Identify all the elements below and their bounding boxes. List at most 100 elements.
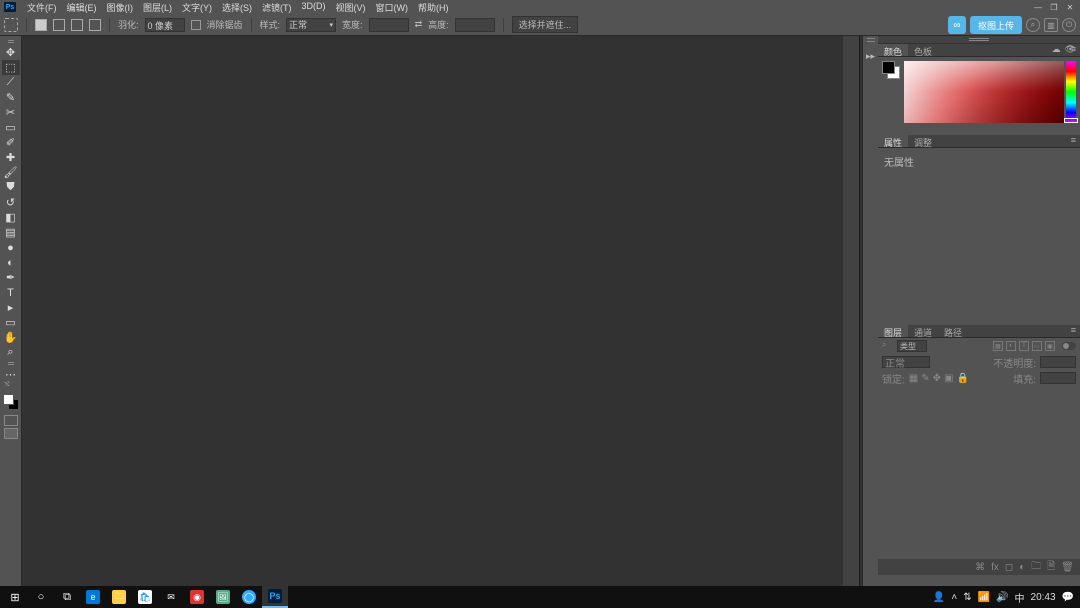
color-panel-swatch[interactable] <box>882 61 900 79</box>
dodge-tool[interactable]: ◐ <box>2 255 20 270</box>
menu-edit[interactable]: 编辑(E) <box>62 0 102 15</box>
shape-tool[interactable]: ▭ <box>2 315 20 330</box>
gradient-tool[interactable]: ▤ <box>2 225 20 240</box>
swap-wh-icon[interactable]: ⇄ <box>415 19 423 30</box>
menu-help[interactable]: 帮助(H) <box>413 0 454 15</box>
lock-transparency-icon[interactable]: ▦ <box>909 373 918 384</box>
blend-mode-dropdown[interactable]: 正常 <box>882 356 930 368</box>
canvas-area[interactable] <box>22 36 860 586</box>
properties-panel-menu-icon[interactable]: ≡ <box>1067 135 1080 147</box>
marquee-tool[interactable]: ⬚ <box>2 60 20 75</box>
lasso-tool[interactable]: ⟋ <box>2 75 20 90</box>
tray-volume-icon[interactable]: 🔊 <box>996 592 1008 603</box>
history-brush-tool[interactable]: ↺ <box>2 195 20 210</box>
stamp-tool[interactable]: ⛊ <box>2 180 20 195</box>
filter-type-icon[interactable]: T <box>1019 341 1029 351</box>
window-minimize[interactable]: — <box>1032 2 1044 12</box>
opacity-input[interactable] <box>1040 356 1076 368</box>
selection-add-icon[interactable] <box>53 19 65 31</box>
quick-select-tool[interactable]: ✎ <box>2 90 20 105</box>
workspace-icon[interactable]: ▥ <box>1044 18 1058 32</box>
cc-libraries-icon[interactable]: ☁ <box>1052 44 1061 56</box>
tab-paths[interactable]: 路径 <box>938 325 968 337</box>
screen-mode-icon[interactable] <box>4 428 18 439</box>
tab-color[interactable]: 颜色 <box>878 44 908 56</box>
window-close[interactable]: ✕ <box>1064 2 1076 12</box>
tray-network-icon[interactable]: ⇅ <box>963 592 971 603</box>
start-button[interactable]: ⊞ <box>2 586 28 608</box>
foreground-background-colors[interactable] <box>3 394 19 410</box>
taskbar-store[interactable]: 🛍 <box>132 586 158 608</box>
link-layers-icon[interactable]: ⌘ <box>975 562 985 573</box>
path-select-tool[interactable]: ▸ <box>2 300 20 315</box>
brush-tool[interactable]: 🖌 <box>2 165 20 180</box>
frame-tool[interactable]: ▭ <box>2 120 20 135</box>
filter-shape-icon[interactable]: ▭ <box>1032 341 1042 351</box>
layer-style-icon[interactable]: fx <box>991 562 999 573</box>
width-input[interactable] <box>369 18 409 32</box>
search-icon[interactable]: ⌕ <box>1026 18 1040 32</box>
layers-panel-menu-icon[interactable]: ≡ <box>1067 325 1080 337</box>
task-view-icon[interactable]: ⧉ <box>54 586 80 608</box>
menu-view[interactable]: 视图(V) <box>331 0 371 15</box>
lock-artboard-icon[interactable]: ▣ <box>944 373 953 384</box>
type-tool[interactable]: T <box>2 285 20 300</box>
taskbar-photoshop[interactable]: Ps <box>262 586 288 608</box>
filter-smart-icon[interactable]: ▣ <box>1045 341 1055 351</box>
tray-ime[interactable]: 中 <box>1015 590 1025 605</box>
layer-mask-icon[interactable]: ◻ <box>1005 562 1013 573</box>
style-dropdown[interactable]: 正常 <box>286 18 336 32</box>
heal-tool[interactable]: ✚ <box>2 150 20 165</box>
eyedropper-tool[interactable]: ✐ <box>2 135 20 150</box>
color-field[interactable] <box>904 61 1064 123</box>
pen-tool[interactable]: ✒ <box>2 270 20 285</box>
selection-subtract-icon[interactable] <box>71 19 83 31</box>
adjustment-layer-icon[interactable]: ◐ <box>1019 562 1025 573</box>
delete-layer-icon[interactable]: 🗑 <box>1061 562 1074 573</box>
vertical-scrollbar[interactable] <box>843 36 859 586</box>
power-icon[interactable]: ⏻ <box>1062 18 1076 32</box>
menu-3d[interactable]: 3D(D) <box>297 0 331 15</box>
lock-all-icon[interactable]: 🔒 <box>956 373 968 384</box>
crop-tool[interactable]: ✂ <box>2 105 20 120</box>
antialias-checkbox[interactable] <box>191 20 201 30</box>
taskbar-app-red[interactable]: ◉ <box>184 586 210 608</box>
tray-overflow-icon[interactable]: ˄ <box>951 592 957 603</box>
swap-colors-icon[interactable]: ⤭ <box>5 382 17 390</box>
cloud-icon[interactable]: ∞ <box>948 16 966 34</box>
taskbar-app-browser[interactable]: ◯ <box>236 586 262 608</box>
tab-properties[interactable]: 属性 <box>878 135 908 147</box>
lock-pixels-icon[interactable]: ✎ <box>921 373 929 384</box>
menu-file[interactable]: 文件(F) <box>22 0 62 15</box>
move-tool[interactable]: ✥ <box>2 45 20 60</box>
taskbar-app-pic[interactable]: 🖼 <box>210 586 236 608</box>
menu-type[interactable]: 文字(Y) <box>177 0 217 15</box>
panel-dock-header[interactable] <box>878 36 1080 44</box>
tab-adjustments[interactable]: 调整 <box>908 135 938 147</box>
hue-slider[interactable] <box>1066 61 1076 123</box>
eraser-tool[interactable]: ◧ <box>2 210 20 225</box>
filter-pixel-icon[interactable]: ▦ <box>993 341 1003 351</box>
color-panel-fg[interactable] <box>882 61 895 74</box>
tray-wifi-icon[interactable]: 📶 <box>978 592 990 603</box>
edit-toolbar-icon[interactable]: ⋯ <box>2 367 20 382</box>
tab-swatches[interactable]: 色板 <box>908 44 938 56</box>
tray-notifications-icon[interactable]: 💬 <box>1062 592 1074 603</box>
select-and-mask-button[interactable]: 选择并遮住... <box>512 16 579 33</box>
taskbar-mail[interactable]: ✉ <box>158 586 184 608</box>
lock-position-icon[interactable]: ✥ <box>933 373 941 384</box>
group-icon[interactable]: 🗀 <box>1031 559 1041 576</box>
taskbar-explorer[interactable]: 🗀 <box>106 586 132 608</box>
menu-window[interactable]: 窗口(W) <box>371 0 414 15</box>
layers-list[interactable] <box>878 386 1080 559</box>
dock-drag-handle[interactable] <box>867 38 875 42</box>
tool-preset-icon[interactable] <box>4 18 18 32</box>
collapse-toggle-icon[interactable]: ▸▸ <box>865 50 877 62</box>
selection-intersect-icon[interactable] <box>89 19 101 31</box>
menu-filter[interactable]: 滤镜(T) <box>257 0 297 15</box>
menu-select[interactable]: 选择(S) <box>217 0 257 15</box>
layer-filter-kind-dropdown[interactable]: 类型 <box>897 340 927 352</box>
cortana-icon[interactable]: ○ <box>28 586 54 608</box>
tray-clock[interactable]: 20:43 <box>1031 592 1056 603</box>
taskbar-edge[interactable]: e <box>80 586 106 608</box>
